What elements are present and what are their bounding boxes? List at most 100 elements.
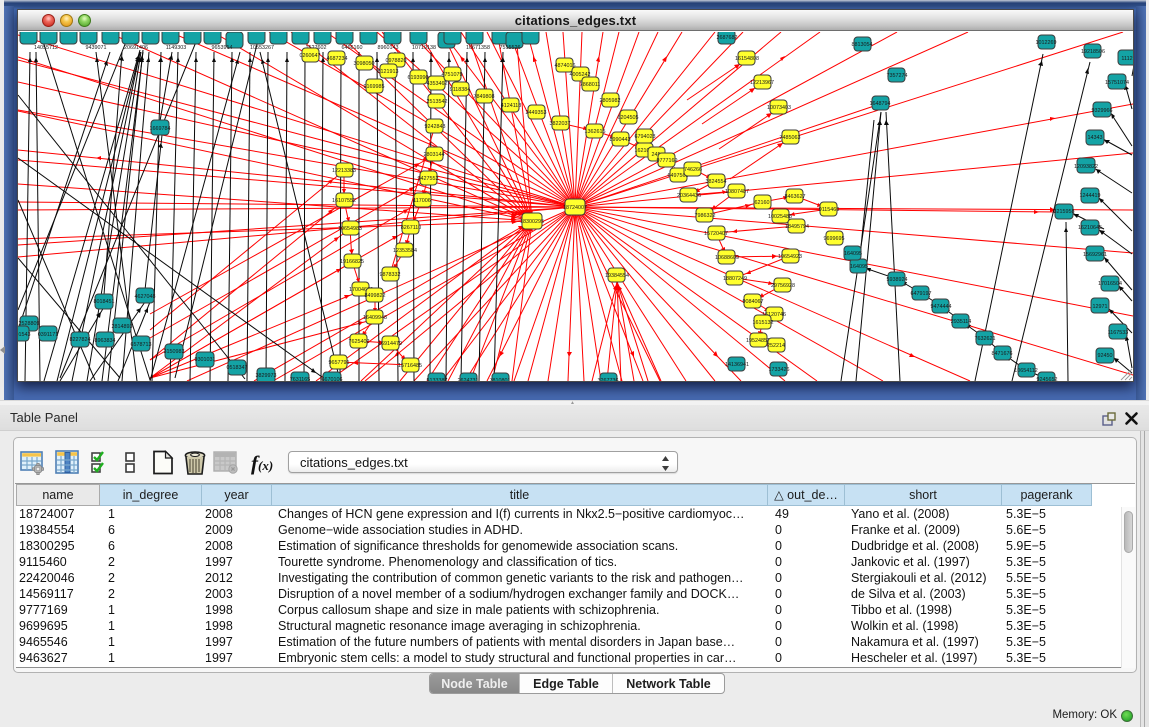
svg-text:3267736: 3267736 <box>598 378 619 381</box>
svg-text:6204505: 6204505 <box>618 115 639 121</box>
svg-text:7625402: 7625402 <box>349 339 370 345</box>
svg-text:9301031: 9301031 <box>195 357 216 363</box>
svg-text:164095: 164095 <box>844 251 862 257</box>
svg-text:2687682: 2687682 <box>717 35 738 41</box>
svg-text:7632621: 7632621 <box>975 336 996 342</box>
svg-text:7631165: 7631165 <box>290 377 311 381</box>
svg-text:0978820: 0978820 <box>386 58 407 64</box>
svg-text:4751079: 4751079 <box>442 72 463 78</box>
svg-text:19384554: 19384554 <box>605 273 629 279</box>
svg-text:7485063: 7485063 <box>780 135 801 141</box>
svg-text:10025488: 10025488 <box>768 214 792 220</box>
svg-text:14136941: 14136941 <box>725 362 749 368</box>
svg-text:8471676: 8471676 <box>992 351 1013 357</box>
svg-text:1244419: 1244419 <box>1080 193 1101 199</box>
svg-text:8227824: 8227824 <box>70 337 91 343</box>
svg-text:5701543: 5701543 <box>18 332 31 338</box>
svg-text:6578713: 6578713 <box>131 342 152 348</box>
svg-text:29756928: 29756928 <box>771 283 795 289</box>
svg-text:0391171: 0391171 <box>38 332 59 338</box>
svg-text:746266: 746266 <box>684 167 702 173</box>
svg-text:1149303: 1149303 <box>166 45 187 51</box>
svg-text:9118384: 9118384 <box>450 87 471 93</box>
svg-text:2449353: 2449353 <box>526 110 547 116</box>
svg-text:117006: 117006 <box>413 198 431 204</box>
svg-text:92450: 92450 <box>1098 353 1113 359</box>
svg-text:6193990: 6193990 <box>408 75 429 81</box>
svg-text:2513542: 2513542 <box>427 99 448 105</box>
svg-text:19654983: 19654983 <box>338 226 362 232</box>
svg-text:1615132: 1615132 <box>753 320 774 326</box>
svg-text:20364436: 20364436 <box>677 193 701 199</box>
svg-text:2935114: 2935114 <box>951 319 972 325</box>
svg-text:12213383: 12213383 <box>332 168 356 174</box>
svg-text:7986322: 7986322 <box>695 213 716 219</box>
svg-text:10807487: 10807487 <box>725 189 749 195</box>
svg-text:9084067: 9084067 <box>743 299 764 305</box>
svg-text:0518347: 0518347 <box>227 365 248 371</box>
svg-text:8990443: 8990443 <box>610 137 631 143</box>
svg-text:18724007: 18724007 <box>563 205 587 211</box>
svg-text:8960143: 8960143 <box>378 45 399 51</box>
svg-text:6466160: 6466160 <box>342 45 363 51</box>
svg-text:8121913: 8121913 <box>378 69 399 75</box>
svg-text:9777169: 9777169 <box>657 158 678 164</box>
svg-text:0260647: 0260647 <box>300 53 321 59</box>
svg-text:10719138: 10719138 <box>412 45 436 51</box>
svg-text:3098050: 3098050 <box>354 61 375 67</box>
svg-text:7849808: 7849808 <box>474 94 495 100</box>
svg-text:3824554: 3824554 <box>706 179 727 185</box>
svg-text:16210645: 16210645 <box>1078 225 1102 231</box>
svg-text:18495794: 18495794 <box>785 224 809 230</box>
svg-text:4687234: 4687234 <box>327 56 348 62</box>
svg-text:1669784: 1669784 <box>150 126 171 132</box>
svg-text:1112: 1112 <box>1121 56 1132 62</box>
svg-text:16914479: 16914479 <box>378 341 402 347</box>
svg-text:9474444: 9474444 <box>931 304 952 310</box>
svg-text:9657791: 9657791 <box>329 360 350 366</box>
svg-text:8499822: 8499822 <box>365 293 386 299</box>
svg-text:17016504: 17016504 <box>1098 281 1122 287</box>
svg-text:9242843: 9242843 <box>425 124 446 130</box>
svg-text:7810801: 7810801 <box>490 378 511 381</box>
svg-text:10688609: 10688609 <box>715 255 739 261</box>
svg-text:14343: 14343 <box>1088 135 1103 141</box>
svg-text:1167533: 1167533 <box>1108 330 1129 336</box>
svg-text:15751074: 15751074 <box>1105 80 1129 86</box>
svg-text:19166825: 19166825 <box>340 259 364 265</box>
svg-text:16154808: 16154808 <box>735 56 759 62</box>
svg-text:9653914: 9653914 <box>212 45 233 51</box>
svg-text:4353462: 4353462 <box>427 81 448 87</box>
svg-text:8267110: 8267110 <box>401 225 422 231</box>
svg-text:5938924: 5938924 <box>887 277 908 283</box>
svg-text:3215958: 3215958 <box>1054 209 1075 215</box>
svg-text:164095: 164095 <box>850 264 868 270</box>
svg-text:7357274: 7357274 <box>887 73 908 79</box>
svg-text:15720407: 15720407 <box>704 231 728 237</box>
svg-text:252214: 252214 <box>767 343 785 349</box>
svg-text:9169985: 9169985 <box>364 84 385 90</box>
svg-text:18300295: 18300295 <box>520 219 544 225</box>
svg-text:15692961: 15692961 <box>1083 252 1107 258</box>
svg-text:10654112: 10654112 <box>1014 368 1038 374</box>
svg-text:12353584: 12353584 <box>393 248 417 254</box>
svg-text:3150983: 3150983 <box>164 349 185 355</box>
svg-text:16107552: 16107552 <box>332 198 356 204</box>
svg-text:6479197: 6479197 <box>911 291 932 297</box>
svg-text:8963834: 8963834 <box>95 338 116 344</box>
svg-text:7868011: 7868011 <box>580 82 601 88</box>
svg-text:9427552: 9427552 <box>418 176 439 182</box>
svg-text:20691406: 20691406 <box>124 45 148 51</box>
svg-text:16409948: 16409948 <box>363 315 387 321</box>
svg-text:3822037: 3822037 <box>550 121 571 127</box>
svg-text:6794028: 6794028 <box>635 134 656 140</box>
svg-text:5133387: 5133387 <box>427 378 448 381</box>
svg-text:19218506: 19218506 <box>1081 49 1105 55</box>
svg-text:9329966: 9329966 <box>1092 108 1113 114</box>
svg-text:1012269: 1012269 <box>1036 40 1057 46</box>
svg-text:62160: 62160 <box>755 200 770 206</box>
svg-text:7515526: 7515526 <box>500 45 521 51</box>
svg-text:9878332: 9878332 <box>380 272 401 278</box>
svg-text:18807249: 18807249 <box>723 276 747 282</box>
svg-text:12213967: 12213967 <box>750 80 774 86</box>
